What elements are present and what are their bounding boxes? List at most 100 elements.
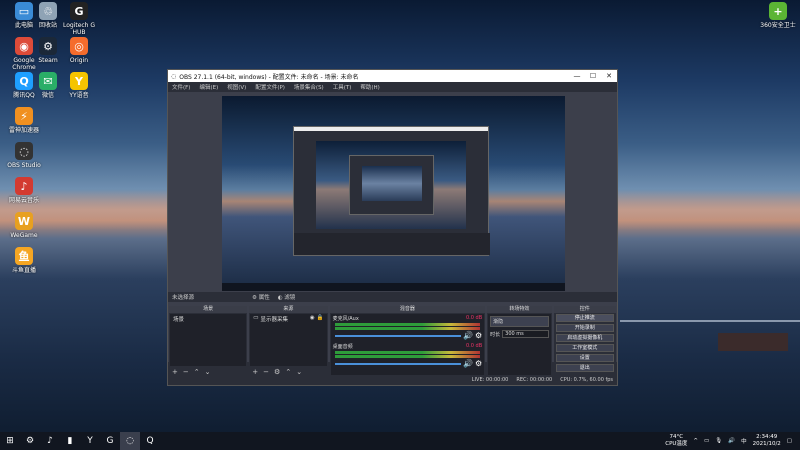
- desktop-icon-label: 雷神加速器: [8, 127, 39, 134]
- sources-list[interactable]: ▭ 显示器采集 ◉ 🔒: [250, 314, 327, 366]
- nested-taskbar: [222, 283, 565, 291]
- desktop-icon[interactable]: 鱼斗鱼直播: [2, 247, 46, 274]
- transitions-dock: 转场特效 渐隐 时长 300 ms: [487, 306, 552, 376]
- menu-profile[interactable]: 配置文件(P): [255, 83, 285, 91]
- transition-select[interactable]: 渐隐: [490, 316, 549, 327]
- sources-title: 来源: [249, 306, 328, 313]
- recycle-bin-icon: ♲: [39, 2, 57, 20]
- title-bar[interactable]: ◌ OBS 27.1.1 (64-bit, windows) - 配置文件: 未…: [168, 70, 617, 82]
- app-taskbar-icon[interactable]: ▮: [60, 432, 80, 450]
- obs-window[interactable]: ◌ OBS 27.1.1 (64-bit, windows) - 配置文件: 未…: [167, 69, 618, 386]
- channel-level: 0.0 dB: [465, 315, 483, 321]
- obs-app-icon: ◌: [171, 72, 177, 80]
- minimize-icon[interactable]: —: [569, 72, 585, 80]
- source-item-label: 显示器采集: [260, 317, 288, 323]
- desktop-icon[interactable]: ◎ Origin: [57, 37, 101, 64]
- wechat-icon: ✉: [39, 72, 57, 90]
- menu-scene-collection[interactable]: 场景集合(S): [294, 83, 324, 91]
- properties-button[interactable]: ⚙ 属性: [252, 293, 270, 301]
- logitech-icon: G: [70, 2, 88, 20]
- qq-taskbar-icon[interactable]: Q: [140, 432, 160, 450]
- channel-name: 桌面音频: [332, 344, 353, 350]
- start-virtual-camera-button[interactable]: 启动虚拟摄像机: [555, 334, 614, 342]
- scene-item[interactable]: 场景: [170, 314, 246, 324]
- no-source-label: 未选择源: [172, 295, 195, 301]
- desktop-icon[interactable]: W WeGame: [2, 212, 46, 239]
- cpu-temp-label: CPU温度: [665, 441, 688, 447]
- monitor-icon: ▭: [253, 315, 259, 321]
- preview-canvas[interactable]: [222, 96, 565, 291]
- steam-taskbar-icon[interactable]: ⚙: [20, 432, 40, 450]
- menu-tools[interactable]: 工具(T): [333, 83, 352, 91]
- mixer-dock: 混音器 麦克风/Aux 0.0 dB 🔊 ⚙ 桌面音频 0.0 dB 🔊 ⚙: [329, 306, 486, 376]
- start-recording-button[interactable]: 开始录制: [555, 324, 614, 332]
- lock-icon[interactable]: 🔒: [317, 315, 324, 323]
- filters-button[interactable]: ◐ 滤镜: [278, 293, 296, 301]
- microphone-icon[interactable]: 🎙: [715, 438, 722, 444]
- notification-icon[interactable]: ▢: [787, 438, 792, 444]
- duration-input[interactable]: 300 ms: [502, 330, 549, 338]
- taskbar-apps: ⊞ ⚙ ♪ ▮ Y G ◌ Q: [0, 432, 160, 450]
- volume-row: 🔊 ⚙: [333, 331, 482, 340]
- sources-dock: 来源 ▭ 显示器采集 ◉ 🔒 + − ⚙ ⌃ ⌄: [249, 306, 328, 376]
- mixer-body: 麦克风/Aux 0.0 dB 🔊 ⚙ 桌面音频 0.0 dB 🔊 ⚙: [330, 314, 485, 375]
- channel-settings-icon[interactable]: ⚙: [475, 331, 482, 340]
- duration-row: 时长 300 ms: [490, 330, 549, 338]
- clock-date: 2021/10/2: [752, 441, 781, 447]
- scenes-dock: 场景 场景 + − ⌃ ⌄: [169, 306, 248, 376]
- channel-settings-icon[interactable]: ⚙: [475, 359, 482, 368]
- desktop-icon-label: YY语音: [69, 92, 89, 99]
- logitech-taskbar-icon[interactable]: G: [100, 432, 120, 450]
- menu-file[interactable]: 文件(F): [172, 83, 190, 91]
- desktop-icon-360[interactable]: + 360安全卫士: [756, 2, 800, 29]
- exit-button[interactable]: 退出: [555, 364, 614, 372]
- system-tray: 74°C CPU温度 ^ ▭ 🎙 🔊 中 2:34:49 2021/10/2 ▢: [665, 434, 800, 448]
- wegame-icon: W: [15, 212, 33, 230]
- menu-view[interactable]: 视图(V): [227, 83, 246, 91]
- windows-start-icon[interactable]: ⊞: [0, 432, 20, 450]
- thunder-accelerator-icon: ⚡: [15, 107, 33, 125]
- tray-up-arrow-icon[interactable]: ^: [693, 438, 698, 444]
- menu-edit[interactable]: 编辑(E): [199, 83, 218, 91]
- settings-button[interactable]: 设置: [555, 354, 614, 362]
- scenes-list[interactable]: 场景: [170, 314, 247, 366]
- cpu-temp-widget[interactable]: 74°C CPU温度: [665, 434, 687, 448]
- studio-mode-button[interactable]: 工作室模式: [555, 344, 614, 352]
- speaker-icon[interactable]: 🔊: [728, 438, 735, 444]
- network-icon[interactable]: ▭: [704, 438, 709, 444]
- clock-time: 2:34:49: [756, 434, 778, 440]
- mixer-channel-desktop: 桌面音频 0.0 dB: [333, 343, 483, 350]
- bench: [718, 333, 788, 351]
- desktop-icon-label: Steam: [38, 57, 58, 64]
- context-bar: 未选择源 ⚙ 属性 ◐ 滤镜: [168, 292, 617, 302]
- desktop-icon[interactable]: ⚡ 雷神加速器: [2, 107, 46, 134]
- desktop-icon[interactable]: ♪ 网易云音乐: [2, 177, 46, 204]
- stop-streaming-button[interactable]: 停止推流: [555, 314, 614, 322]
- close-icon[interactable]: ✕: [601, 72, 617, 80]
- 360-icon: +: [769, 2, 787, 20]
- obs-taskbar-icon[interactable]: ◌: [120, 432, 140, 450]
- volume-slider[interactable]: [334, 362, 461, 365]
- source-item[interactable]: ▭ 显示器采集 ◉ 🔒: [250, 314, 326, 324]
- volume-meter: [334, 351, 481, 354]
- steam-icon: ⚙: [39, 37, 57, 55]
- clock[interactable]: 2:34:49 2021/10/2: [753, 434, 781, 448]
- transitions-title: 转场特效: [487, 306, 552, 313]
- desktop-icon-label: 360安全卫士: [760, 22, 796, 29]
- desktop-icon[interactable]: G Logitech G HUB: [57, 2, 101, 36]
- netease-taskbar-icon[interactable]: ♪: [40, 432, 60, 450]
- cpu-temp-value: 74°C: [669, 434, 684, 440]
- visibility-eye-icon[interactable]: ◉: [310, 315, 315, 323]
- speaker-icon[interactable]: 🔊: [463, 331, 473, 340]
- desktop-icon-label: 网易云音乐: [8, 197, 39, 204]
- speaker-icon[interactable]: 🔊: [463, 359, 473, 368]
- volume-slider[interactable]: [334, 334, 461, 337]
- menu-help[interactable]: 帮助(H): [360, 83, 379, 91]
- maximize-icon[interactable]: ☐: [585, 72, 601, 80]
- controls-dock: 控件 停止推流 开始录制 启动虚拟摄像机 工作室模式 设置 退出: [553, 306, 616, 376]
- language-icon[interactable]: 中: [741, 437, 747, 445]
- desktop-icon[interactable]: Y YY语音: [57, 72, 101, 99]
- desktop-icon-label: OBS Studio: [7, 162, 41, 169]
- yy-taskbar-icon[interactable]: Y: [80, 432, 100, 450]
- desktop-icon[interactable]: ◌ OBS Studio: [2, 142, 46, 169]
